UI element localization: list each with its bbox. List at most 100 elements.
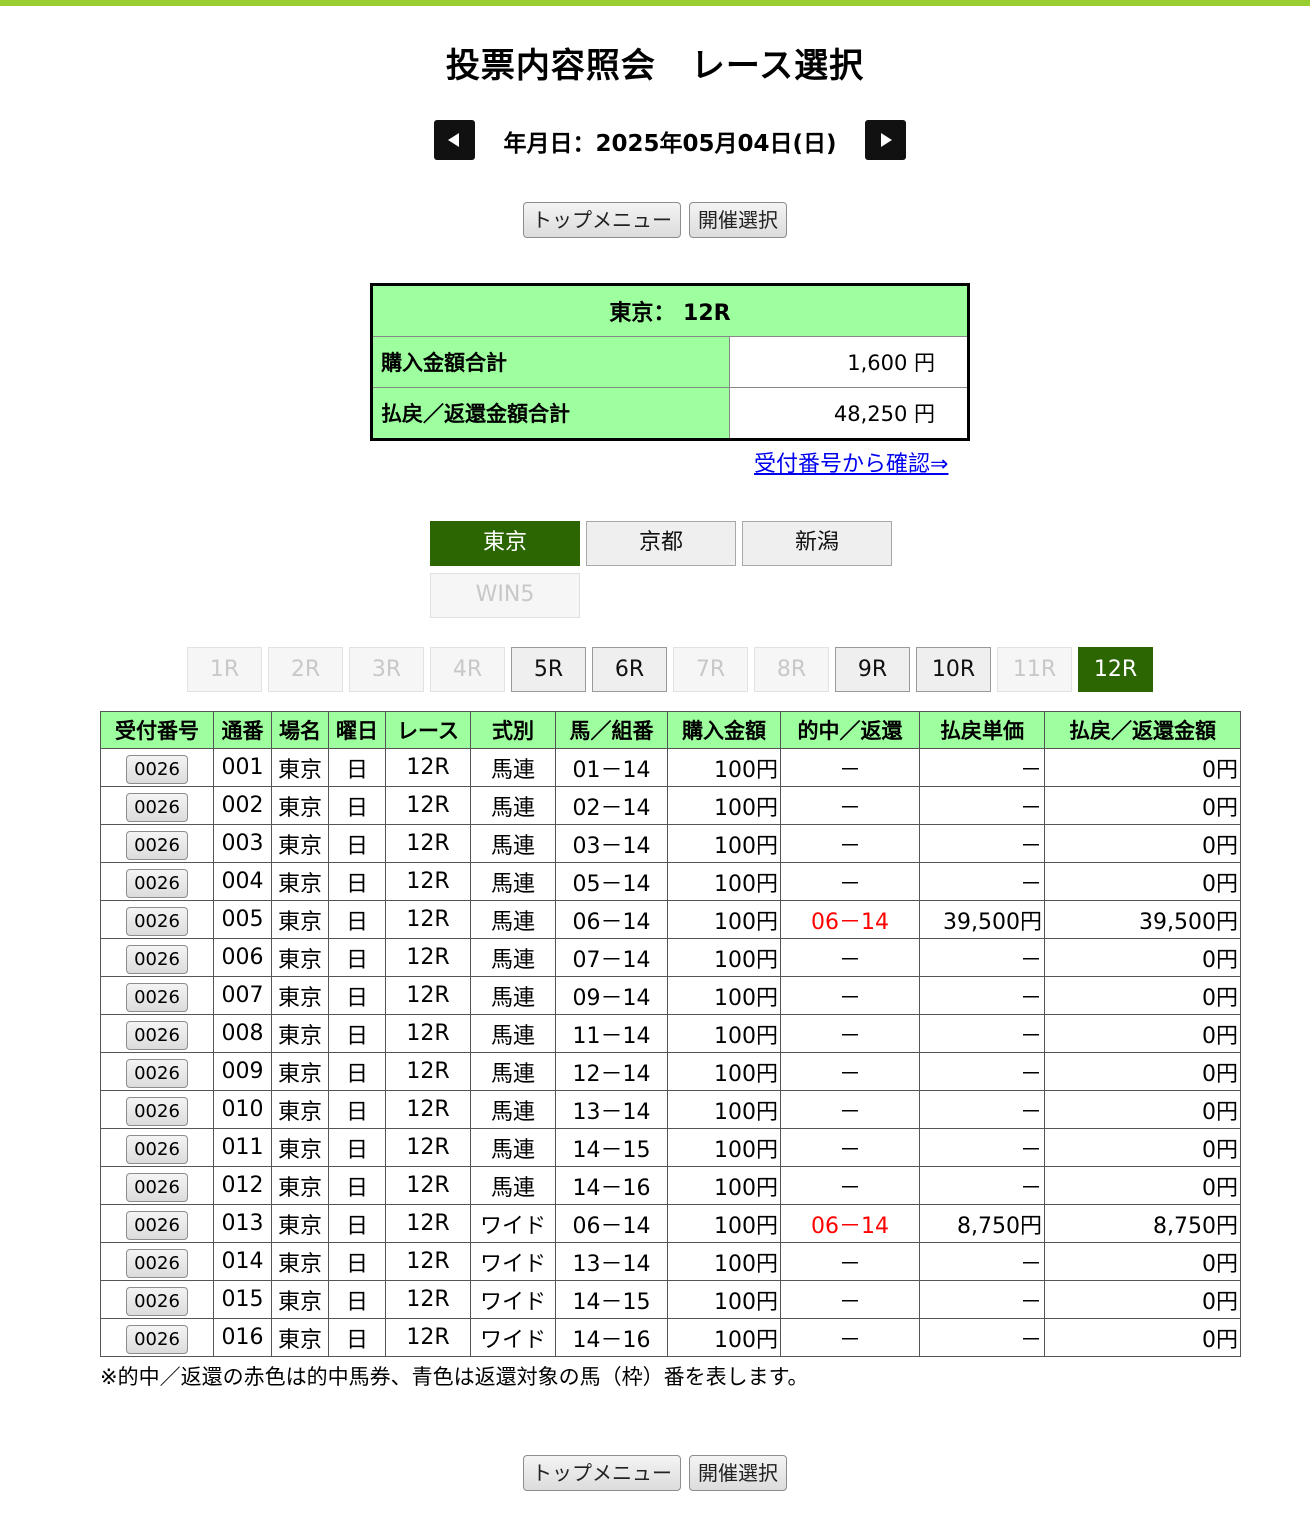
race-button-label: 8R <box>776 657 807 682</box>
payout-amount-cell: 8,750円 <box>1044 1204 1241 1243</box>
prev-date-button[interactable] <box>434 120 475 160</box>
hit-cell: － <box>780 1166 920 1205</box>
race-button-2r: 2R <box>268 647 343 692</box>
receipt-button[interactable]: 0026 <box>126 1211 188 1240</box>
receipt-button[interactable]: 0026 <box>126 793 188 822</box>
receipt-cell: 0026 <box>100 900 214 939</box>
race-cell: 12R <box>385 1204 471 1243</box>
venue-tab-label: 東京 <box>482 530 527 555</box>
venue-cell: 東京 <box>271 786 329 825</box>
top-menu-button[interactable]: トップメニュー <box>523 202 681 238</box>
col-purchase-amount: 購入金額 <box>667 711 781 749</box>
table-row: 0026 008 東京日 12R 馬連 11－14 100円－－ 0円 <box>100 1014 1241 1053</box>
table-row: 0026 016 東京日 12R ワイド 14－16 100円－－ 0円 <box>100 1318 1241 1357</box>
bet-type-cell: 馬連 <box>470 900 556 939</box>
purchase-total-value: 1,600 円 <box>729 336 969 388</box>
combination-cell: 06－14 <box>555 1204 668 1243</box>
hit-cell: － <box>780 1090 920 1129</box>
meeting-select-button[interactable]: 開催選択 <box>689 202 787 238</box>
race-button-12r[interactable]: 12R <box>1078 647 1153 692</box>
purchase-amount-cell: 100円 <box>667 862 781 901</box>
table-row: 0026 003 東京日 12R 馬連 03－14 100円－－ 0円 <box>100 824 1241 863</box>
race-cell: 12R <box>385 786 471 825</box>
race-button-9r[interactable]: 9R <box>835 647 910 692</box>
unit-payout-cell: － <box>919 1014 1045 1053</box>
meeting-select-button-bottom[interactable]: 開催選択 <box>689 1455 787 1491</box>
race-button-6r[interactable]: 6R <box>592 647 667 692</box>
triangle-right-icon <box>881 133 892 147</box>
table-row: 0026 013 東京日 12R ワイド 06－14 100円 06－14 8,750円 8,75… <box>100 1204 1241 1243</box>
receipt-button[interactable]: 0026 <box>126 1135 188 1164</box>
unit-payout-cell: － <box>919 748 1045 787</box>
combination-cell: 07－14 <box>555 938 668 977</box>
bet-type-cell: 馬連 <box>470 1090 556 1129</box>
triangle-left-icon <box>448 133 459 147</box>
purchase-amount-cell: 100円 <box>667 1014 781 1053</box>
hit-cell: 06－14 <box>780 1204 920 1243</box>
race-cell: 12R <box>385 1090 471 1129</box>
confirm-by-receipt-link[interactable]: 受付番号から確認⇒ <box>754 446 948 478</box>
page-title: 投票内容照会 レース選択 <box>445 46 865 86</box>
day-cell: 日 <box>328 1280 386 1319</box>
race-cell: 12R <box>385 900 471 939</box>
payout-total-value: 48,250 円 <box>729 387 969 440</box>
receipt-button[interactable]: 0026 <box>126 1059 188 1088</box>
table-row: 0026 009 東京日 12R 馬連 12－14 100円－－ 0円 <box>100 1052 1241 1091</box>
race-cell: 12R <box>385 1128 471 1167</box>
purchase-amount-cell: 100円 <box>667 1280 781 1319</box>
payout-amount-cell: 0円 <box>1044 786 1241 825</box>
top-menu-button-bottom[interactable]: トップメニュー <box>523 1455 681 1491</box>
receipt-button[interactable]: 0026 <box>126 1249 188 1278</box>
receipt-button[interactable]: 0026 <box>126 869 188 898</box>
purchase-amount-cell: 100円 <box>667 1052 781 1091</box>
day-cell: 日 <box>328 1242 386 1281</box>
race-cell: 12R <box>385 1166 471 1205</box>
receipt-button[interactable]: 0026 <box>126 1021 188 1050</box>
receipt-button[interactable]: 0026 <box>126 1173 188 1202</box>
receipt-button[interactable]: 0026 <box>126 907 188 936</box>
receipt-cell: 0026 <box>100 824 214 863</box>
receipt-cell: 0026 <box>100 976 214 1015</box>
unit-payout-cell: － <box>919 1280 1045 1319</box>
summary-table: 東京： 12R 購入金額合計 1,600 円 払戻／返還金額合計 48,250 … <box>370 283 970 441</box>
receipt-button[interactable]: 0026 <box>126 1287 188 1316</box>
purchase-amount-cell: 100円 <box>667 824 781 863</box>
receipt-button[interactable]: 0026 <box>126 983 188 1012</box>
unit-payout-cell: － <box>919 1128 1045 1167</box>
race-button-label: 1R <box>209 657 240 682</box>
payout-amount-cell: 0円 <box>1044 862 1241 901</box>
serial-cell: 014 <box>213 1242 272 1281</box>
day-cell: 日 <box>328 1090 386 1129</box>
venue-cell: 東京 <box>271 976 329 1015</box>
unit-payout-cell: － <box>919 824 1045 863</box>
receipt-button[interactable]: 0026 <box>126 755 188 784</box>
venue-tab-label: 京都 <box>638 530 683 555</box>
receipt-button[interactable]: 0026 <box>126 945 188 974</box>
receipt-button[interactable]: 0026 <box>126 1097 188 1126</box>
day-cell: 日 <box>328 976 386 1015</box>
col-serial: 通番 <box>213 711 272 749</box>
venue-tab-kyoto[interactable]: 京都 <box>586 521 736 566</box>
bet-type-cell: ワイド <box>470 1280 556 1319</box>
race-button-label: 7R <box>695 657 726 682</box>
hit-cell: － <box>780 1280 920 1319</box>
day-cell: 日 <box>328 824 386 863</box>
day-cell: 日 <box>328 1014 386 1053</box>
race-button-10r[interactable]: 10R <box>916 647 991 692</box>
race-button-label: 3R <box>371 657 402 682</box>
race-button-5r[interactable]: 5R <box>511 647 586 692</box>
table-row: 0026 002 東京日 12R 馬連 02－14 100円－－ 0円 <box>100 786 1241 825</box>
race-cell: 12R <box>385 1280 471 1319</box>
next-date-button[interactable] <box>865 120 906 160</box>
table-row: 0026 011 東京日 12R 馬連 14－15 100円－－ 0円 <box>100 1128 1241 1167</box>
venue-tab-tokyo[interactable]: 東京 <box>430 521 580 566</box>
purchase-amount-cell: 100円 <box>667 1166 781 1205</box>
receipt-button[interactable]: 0026 <box>126 1325 188 1354</box>
receipt-button[interactable]: 0026 <box>126 831 188 860</box>
receipt-cell: 0026 <box>100 862 214 901</box>
serial-cell: 002 <box>213 786 272 825</box>
venue-tab-niigata[interactable]: 新潟 <box>742 521 892 566</box>
day-cell: 日 <box>328 748 386 787</box>
unit-payout-cell: － <box>919 862 1045 901</box>
unit-payout-cell: 39,500円 <box>919 900 1045 939</box>
